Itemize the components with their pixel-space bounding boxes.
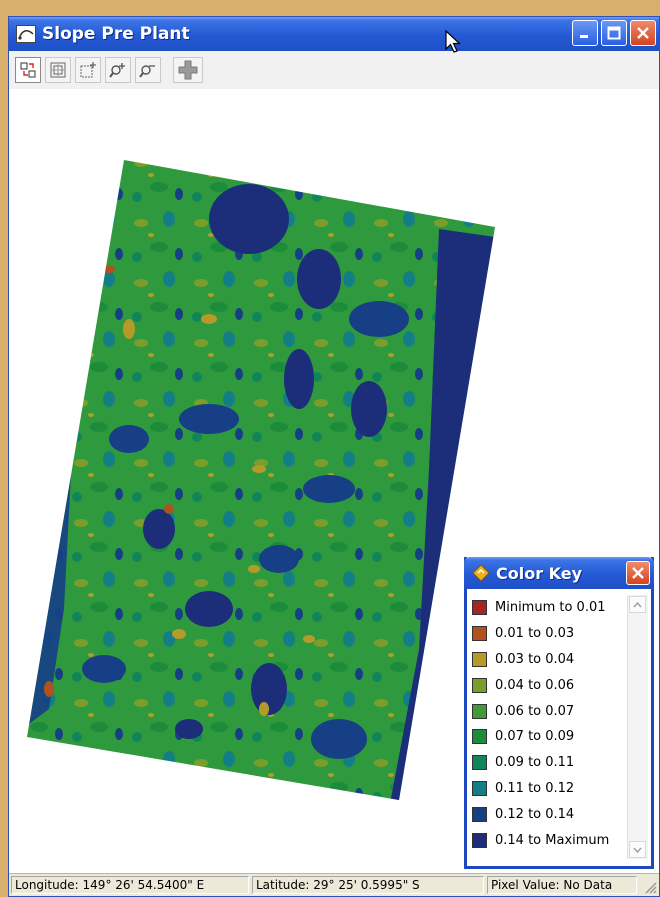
color-key-scrollbar[interactable]: [627, 595, 648, 859]
legend-swatch: [472, 780, 487, 796]
zoom-extent-icon: [50, 62, 66, 78]
map-window-icon: [16, 25, 36, 43]
legend-item[interactable]: 0.07 to 0.09: [472, 724, 630, 750]
resize-grip-icon[interactable]: [643, 880, 657, 894]
legend-item[interactable]: 0.12 to 0.14: [472, 801, 630, 827]
zoom-box-button[interactable]: [75, 57, 101, 83]
toolbar: [9, 51, 659, 90]
window-title: Slope Pre Plant: [42, 24, 190, 44]
zoom-in-button[interactable]: [105, 57, 131, 83]
legend-swatch: [472, 755, 487, 771]
title-bar[interactable]: Slope Pre Plant: [9, 17, 659, 51]
legend-label: 0.01 to 0.03: [495, 626, 575, 642]
legend-label: Minimum to 0.01: [495, 600, 606, 616]
legend-item[interactable]: 0.11 to 0.12: [472, 776, 630, 802]
close-icon: [632, 567, 644, 579]
legend-label: 0.03 to 0.04: [495, 651, 575, 667]
legend-swatch: [472, 832, 487, 848]
zoom-extent-button[interactable]: [45, 57, 71, 83]
legend-label: 0.07 to 0.09: [495, 729, 575, 745]
maximize-button[interactable]: [601, 20, 627, 46]
legend-swatch: [472, 703, 487, 719]
legend-swatch: [472, 806, 487, 822]
legend-label: 0.11 to 0.12: [495, 780, 575, 796]
status-bar: Longitude: 149° 26' 54.5400" E Latitude:…: [9, 873, 659, 896]
add-layer-button[interactable]: [173, 57, 203, 83]
legend-swatch: [472, 600, 487, 616]
legend-item[interactable]: 0.04 to 0.06: [472, 672, 630, 698]
close-button[interactable]: [630, 20, 656, 46]
legend-item[interactable]: Minimum to 0.01: [472, 595, 630, 621]
zoom-out-icon: [139, 65, 155, 78]
color-key-list: Minimum to 0.01 0.01 to 0.03 0.03 to 0.0…: [472, 595, 630, 853]
legend-label: 0.14 to Maximum: [495, 832, 610, 848]
legend-label: 0.06 to 0.07: [495, 703, 575, 719]
color-key-title: Color Key: [496, 563, 583, 583]
legend-item[interactable]: 0.14 to Maximum: [472, 827, 630, 853]
legend-item[interactable]: 0.03 to 0.04: [472, 647, 630, 673]
zoom-in-icon: [109, 63, 125, 78]
add-icon: [178, 60, 198, 80]
select-tool-icon: [20, 62, 36, 78]
legend-swatch: [472, 677, 487, 693]
legend-label: 0.04 to 0.06: [495, 677, 575, 693]
pixel-value-readout: Pixel Value: No Data: [487, 876, 637, 894]
color-key-diamond-icon: [472, 564, 490, 582]
color-key-panel: Color Key Minimum to 0.01 0.01 to 0.03 0…: [464, 557, 654, 869]
zoom-box-icon: [80, 62, 96, 78]
chevron-down-icon: [633, 847, 642, 853]
chevron-up-icon: [633, 601, 642, 607]
legend-swatch: [472, 729, 487, 745]
close-icon: [637, 27, 649, 39]
legend-label: 0.12 to 0.14: [495, 806, 575, 822]
color-key-close-button[interactable]: [626, 561, 650, 585]
zoom-out-button[interactable]: [135, 57, 161, 83]
maximize-icon: [607, 26, 621, 40]
minimize-icon: [580, 35, 588, 38]
longitude-readout: Longitude: 149° 26' 54.5400" E: [11, 876, 249, 894]
color-key-title-bar[interactable]: Color Key: [464, 557, 654, 589]
pointer-cursor-icon: [445, 30, 462, 53]
scroll-up-button[interactable]: [629, 596, 646, 613]
legend-item[interactable]: 0.06 to 0.07: [472, 698, 630, 724]
legend-swatch: [472, 626, 487, 642]
latitude-readout: Latitude: 29° 25' 0.5995" S: [252, 876, 484, 894]
minimize-button[interactable]: [572, 20, 598, 46]
legend-item[interactable]: 0.09 to 0.11: [472, 750, 630, 776]
select-tool-button[interactable]: [15, 57, 41, 83]
legend-item[interactable]: 0.01 to 0.03: [472, 621, 630, 647]
legend-swatch: [472, 651, 487, 667]
legend-label: 0.09 to 0.11: [495, 755, 575, 771]
scroll-down-button[interactable]: [629, 841, 646, 858]
